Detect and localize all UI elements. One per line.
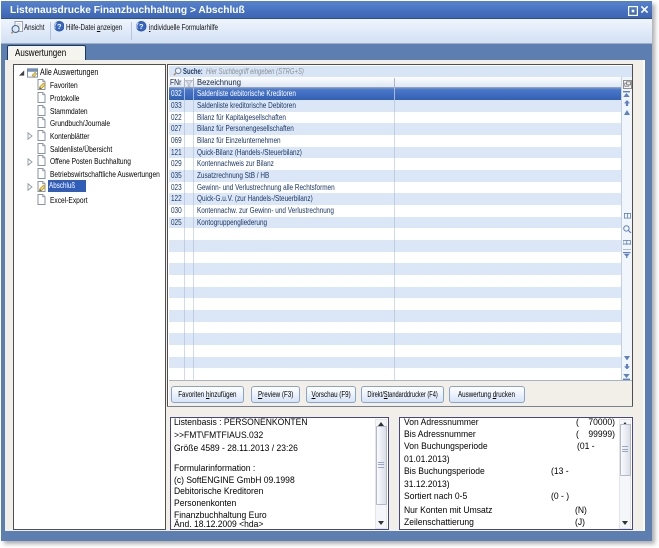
svg-text:?: ? (56, 22, 61, 31)
svg-text:?: ? (139, 22, 144, 31)
